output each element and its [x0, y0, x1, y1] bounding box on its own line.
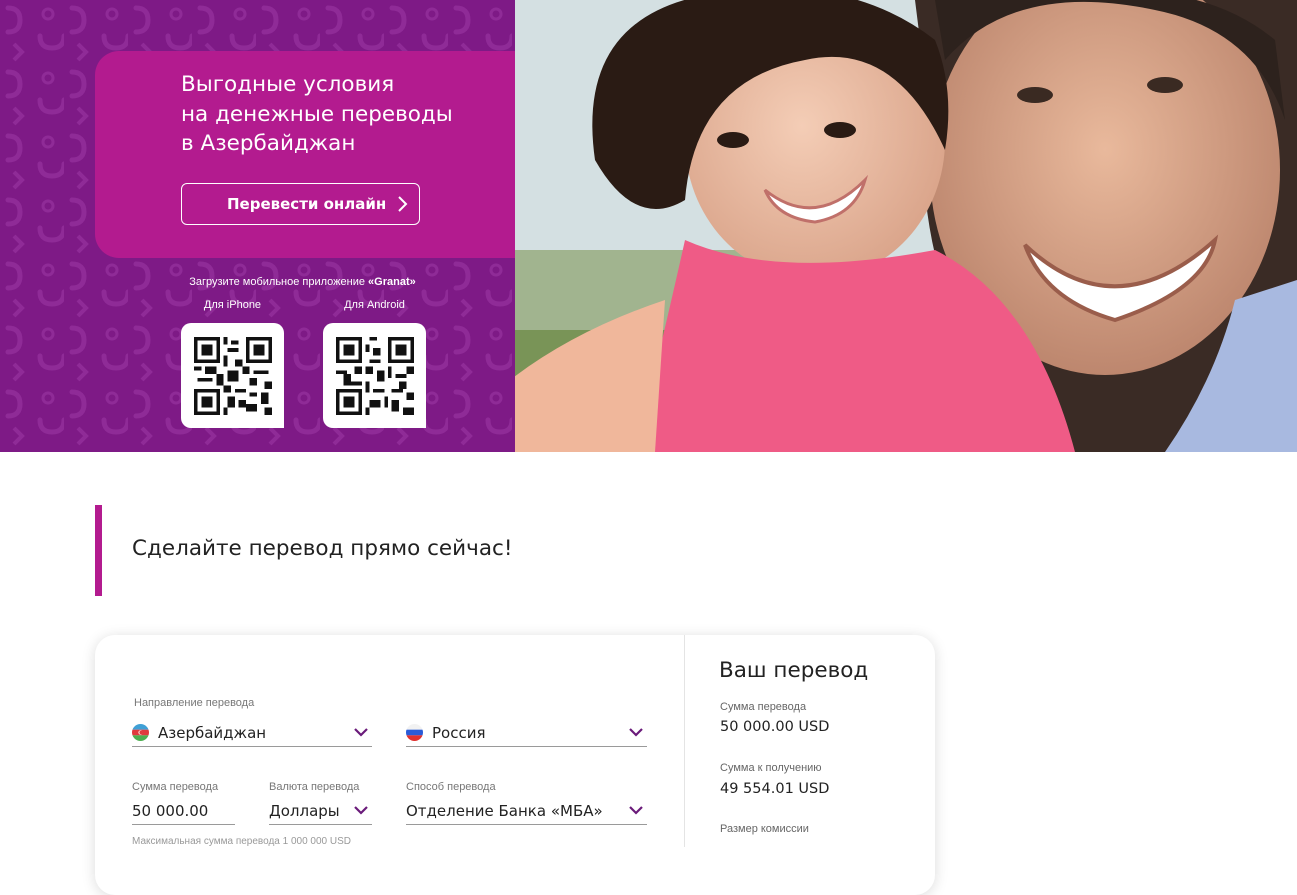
summary-title: Ваш перевод — [719, 658, 869, 683]
amount-input[interactable] — [132, 797, 235, 825]
app-caption-text: Загрузите мобильное приложение — [189, 276, 369, 288]
summary-receive-amount-label: Сумма к получению — [720, 762, 822, 774]
currency-select[interactable]: Доллары — [269, 797, 372, 825]
amount-hint: Максимальная сумма перевода 1 000 000 US… — [132, 836, 352, 847]
summary-transfer-amount-value: 50 000.00 USD — [720, 719, 830, 735]
currency-value: Доллары — [269, 801, 340, 820]
method-value: Отделение Банка «МБА» — [406, 801, 603, 820]
to-country-select[interactable]: Россия — [406, 719, 647, 747]
qr-code-iphone[interactable] — [181, 323, 284, 428]
iphone-label: Для iPhone — [203, 299, 262, 311]
card-divider — [684, 635, 685, 847]
section-accent-bar — [95, 505, 102, 596]
summary-receive-amount-value: 49 554.01 USD — [720, 781, 830, 797]
section-title: Сделайте перевод прямо сейчас! — [132, 536, 513, 561]
promo-title: Выгодные условия на денежные переводы в … — [181, 72, 453, 156]
transfer-online-button[interactable]: Перевести онлайн — [181, 183, 420, 225]
hero-photo — [515, 0, 1297, 452]
app-download-caption: Загрузите мобильное приложение «Granat» — [160, 276, 445, 288]
qr-code-icon — [335, 336, 414, 415]
qr-code-icon — [193, 336, 272, 415]
azerbaijan-flag-icon — [132, 724, 149, 741]
chevron-down-icon — [354, 728, 368, 737]
russia-flag-icon — [406, 724, 423, 741]
hero-banner: Выгодные условия на денежные переводы в … — [0, 0, 1297, 452]
chevron-down-icon — [629, 728, 643, 737]
currency-label: Валюта перевода — [269, 781, 360, 793]
qr-code-android[interactable] — [323, 323, 426, 428]
method-label: Способ перевода — [406, 781, 496, 793]
summary-commission-label: Размер комиссии — [720, 823, 809, 835]
chevron-down-icon — [354, 806, 368, 815]
family-photo-illustration — [515, 0, 1297, 452]
to-country-value: Россия — [432, 723, 486, 742]
method-select[interactable]: Отделение Банка «МБА» — [406, 797, 647, 825]
from-country-select[interactable]: Азербайджан — [132, 719, 372, 747]
summary-transfer-amount-label: Сумма перевода — [720, 701, 807, 713]
app-name: «Granat» — [368, 276, 416, 288]
from-country-value: Азербайджан — [158, 723, 267, 742]
chevron-right-icon — [398, 196, 408, 212]
transfer-online-label: Перевести онлайн — [227, 195, 387, 213]
amount-label: Сумма перевода — [132, 781, 219, 793]
direction-label: Направление перевода — [134, 697, 255, 709]
chevron-down-icon — [629, 806, 643, 815]
android-label: Для Android — [344, 299, 405, 311]
